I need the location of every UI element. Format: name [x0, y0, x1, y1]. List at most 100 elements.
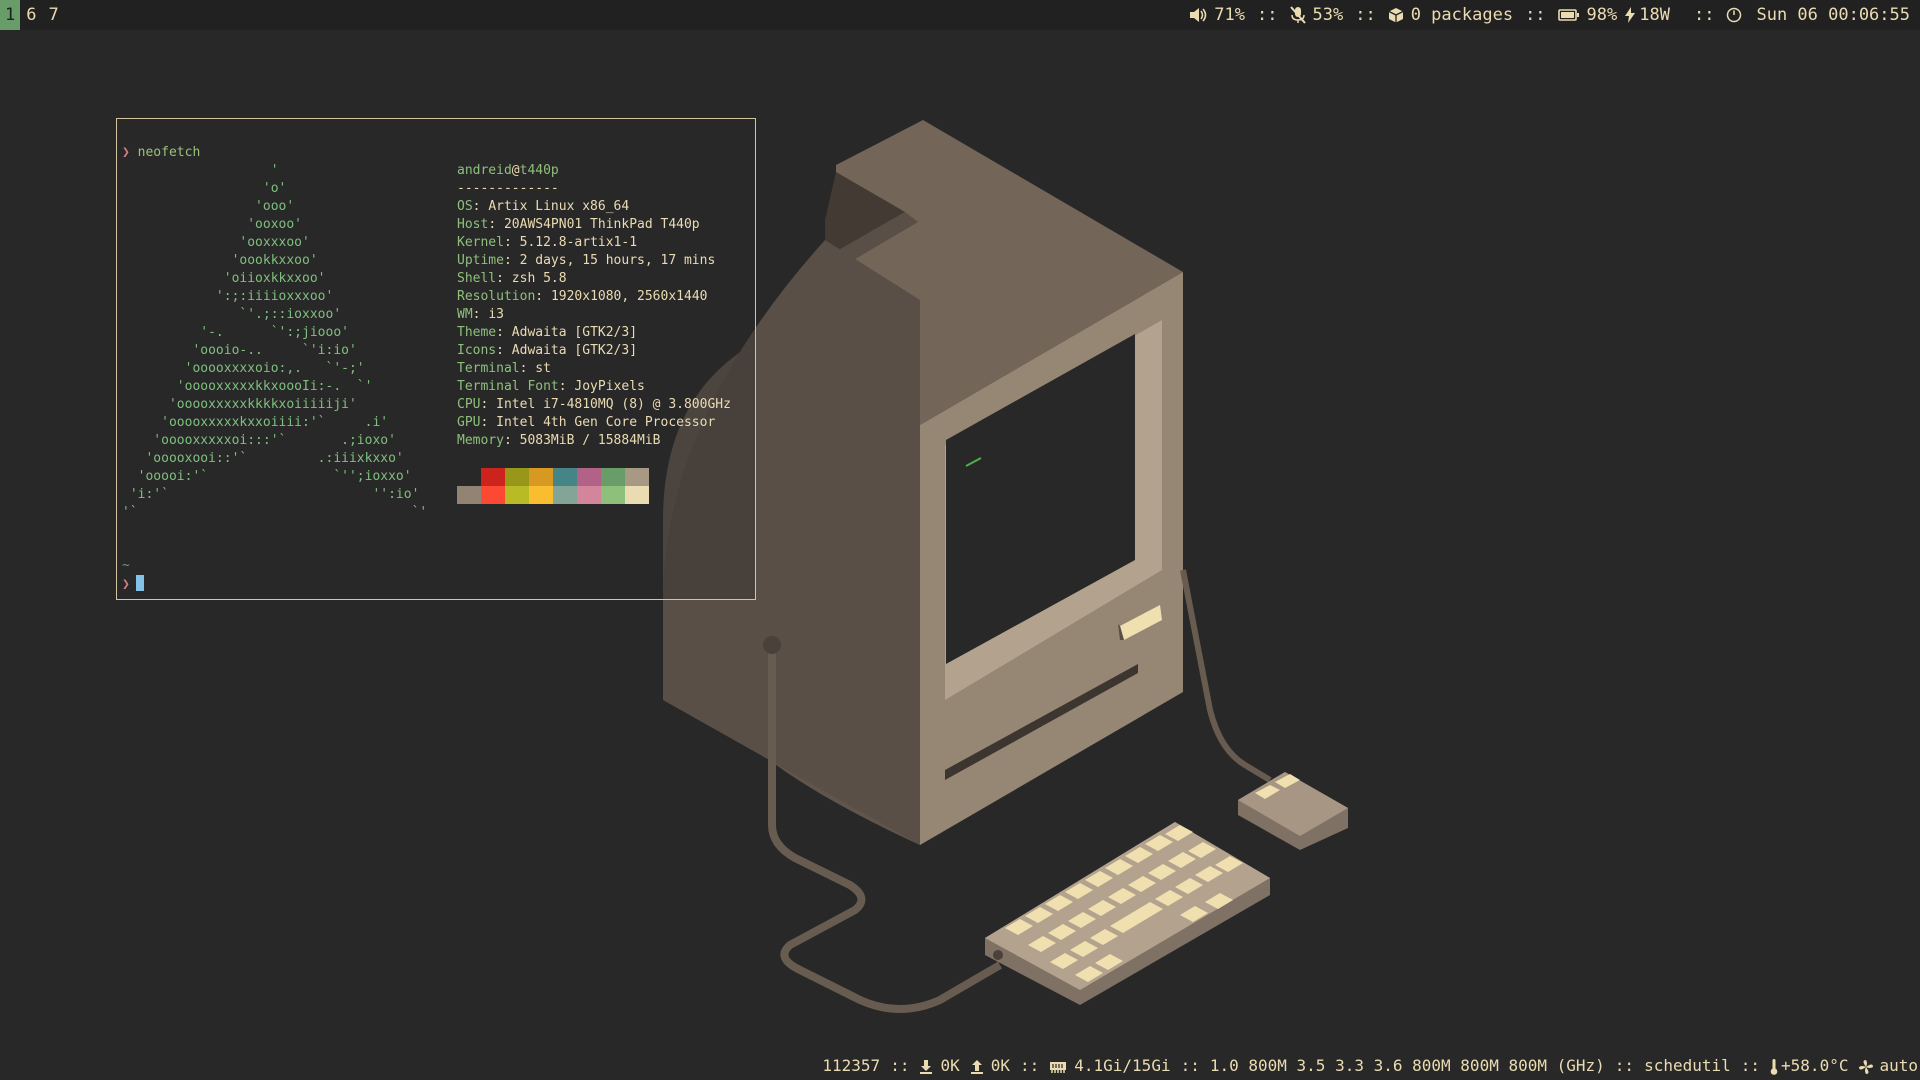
hostname: t440p [519, 163, 559, 178]
info-row: Host: 20AWS4PN01 ThinkPad T440p [457, 217, 700, 232]
mouse-cable [1180, 569, 1272, 783]
username: andreid [457, 163, 512, 178]
user-host: andreid@t440p [457, 162, 731, 180]
microphone-muted-icon[interactable] [1289, 0, 1306, 30]
info-key: Terminal Font [457, 379, 559, 394]
color-swatch [529, 486, 553, 504]
info-value: Adwaita [GTK2/3] [511, 325, 638, 340]
bottom-status-right: 112357 :: 0K 0K :: 4.1Gi/15Gi :: 1.0 800… [822, 1052, 1918, 1080]
info-key: Kernel [457, 235, 504, 250]
workspace-7[interactable]: 7 [43, 0, 65, 30]
info-value: Intel 4th Gen Core Processor [496, 415, 716, 430]
prompt-arrow: ❯ [122, 145, 130, 160]
separator: :: [1257, 5, 1278, 25]
separator: :: [1525, 5, 1546, 25]
info-value: 5083MiB / 15884MiB [519, 433, 661, 448]
power-draw: 18W [1639, 5, 1670, 25]
info-key: Resolution [457, 289, 536, 304]
input-prompt[interactable]: ❯ [122, 575, 144, 594]
info-value: st [535, 361, 551, 376]
microphone-level[interactable]: 53% [1313, 0, 1344, 30]
top-status-bar: 1 6 7 71% :: 53% :: 0 packages :: 98% 18… [0, 0, 1920, 30]
color-swatch [625, 486, 649, 504]
info-row: Kernel: 5.12.8-artix1-1 [457, 235, 638, 250]
info-row: GPU: Intel 4th Gen Core Processor [457, 415, 716, 430]
bottom-status-bar: 112357 :: 0K 0K :: 4.1Gi/15Gi :: 1.0 800… [0, 1052, 1920, 1080]
fan-mode: auto [1879, 1056, 1918, 1075]
info-row: Icons: Adwaita [GTK2/3] [457, 343, 638, 358]
download-speed: 0K [940, 1056, 960, 1075]
system-info: andreid@t440p ------------- OS: Artix Li… [457, 162, 731, 450]
color-swatch [601, 486, 625, 504]
info-key: Uptime [457, 253, 504, 268]
info-value: Adwaita [GTK2/3] [511, 343, 638, 358]
info-row: Shell: zsh 5.8 [457, 271, 567, 286]
info-row: Resolution: 1920x1080, 2560x1440 [457, 289, 708, 304]
workspace-1[interactable]: 1 [0, 0, 21, 30]
info-key: Terminal [457, 361, 520, 376]
download-icon [919, 1052, 933, 1080]
info-row: Theme: Adwaita [GTK2/3] [457, 325, 638, 340]
cpu-frequencies: 1.0 800M 3.5 3.3 3.6 800M 800M 800M (GHz… [1209, 1056, 1605, 1075]
info-row: Memory: 5083MiB / 15884MiB [457, 433, 661, 448]
divider: ------------- [457, 181, 559, 196]
color-swatch [577, 468, 601, 486]
volume-icon[interactable] [1189, 0, 1207, 30]
counter-value: 112357 [822, 1056, 881, 1075]
info-value: Intel i7-4810MQ (8) @ 3.800GHz [496, 397, 731, 412]
date-time[interactable]: Sun 06 00:06:55 [1756, 0, 1910, 30]
prompt-arrow: ❯ [122, 577, 130, 592]
memory-usage: 4.1Gi/15Gi [1074, 1056, 1171, 1075]
workspace-list: 1 6 7 [0, 0, 65, 30]
info-key: Memory [457, 433, 504, 448]
color-swatch [457, 468, 481, 486]
upload-speed: 0K [990, 1056, 1010, 1075]
color-swatch [577, 486, 601, 504]
thermometer-icon [1770, 1052, 1778, 1080]
command-line: ❯ neofetch [122, 144, 200, 162]
color-swatch [529, 468, 553, 486]
info-key: GPU [457, 415, 481, 430]
clock-icon [1726, 0, 1742, 30]
artix-ascii-logo: ' 'o' 'ooo' 'ooxoo' 'ooxxxoo' 'oookkxxoo… [122, 163, 428, 520]
color-swatch [505, 468, 529, 486]
info-value: zsh 5.8 [511, 271, 567, 286]
volume-level[interactable]: 71% [1214, 0, 1245, 30]
color-swatch [553, 486, 577, 504]
fan-icon [1858, 1052, 1874, 1080]
info-key: OS [457, 199, 473, 214]
info-key: Icons [457, 343, 497, 358]
status-right: 71% :: 53% :: 0 packages :: 98% 18W :: S… [1189, 0, 1910, 30]
color-swatch [481, 468, 505, 486]
color-swatch [457, 486, 481, 504]
separator: :: [1180, 1056, 1200, 1075]
workspace-6[interactable]: 6 [20, 0, 42, 30]
color-swatch [553, 468, 577, 486]
cpu-temperature: +58.0°C [1781, 1056, 1849, 1075]
terminal-window[interactable]: ❯ neofetch ' 'o' 'ooo' 'ooxoo' 'ooxxxoo'… [116, 118, 756, 600]
info-row: WM: i3 [457, 307, 504, 322]
command-text: neofetch [137, 145, 201, 160]
battery-level: 98% [1586, 5, 1618, 25]
package-count: 0 packages [1410, 5, 1514, 25]
info-key: Shell [457, 271, 497, 286]
info-key: WM [457, 307, 473, 322]
info-value: JoyPixels [574, 379, 645, 394]
separator: :: [1614, 1056, 1635, 1075]
cpu-governor: schedutil [1644, 1056, 1731, 1075]
separator: :: [1693, 5, 1715, 25]
package-icon [1388, 0, 1404, 30]
info-value: 1920x1080, 2560x1440 [550, 289, 708, 304]
color-palette [457, 468, 649, 504]
info-value: 2 days, 15 hours, 17 mins [519, 253, 716, 268]
at-sign: @ [511, 163, 520, 178]
info-row: Terminal Font: JoyPixels [457, 379, 645, 394]
info-value: 20AWS4PN01 ThinkPad T440p [503, 217, 700, 232]
info-key: Host [457, 217, 489, 232]
text-cursor [135, 575, 144, 591]
lightning-icon [1625, 0, 1636, 30]
color-swatch [505, 486, 529, 504]
current-directory: ~ [122, 558, 130, 573]
info-row: CPU: Intel i7-4810MQ (8) @ 3.800GHz [457, 397, 731, 412]
battery-icon [1557, 0, 1580, 30]
